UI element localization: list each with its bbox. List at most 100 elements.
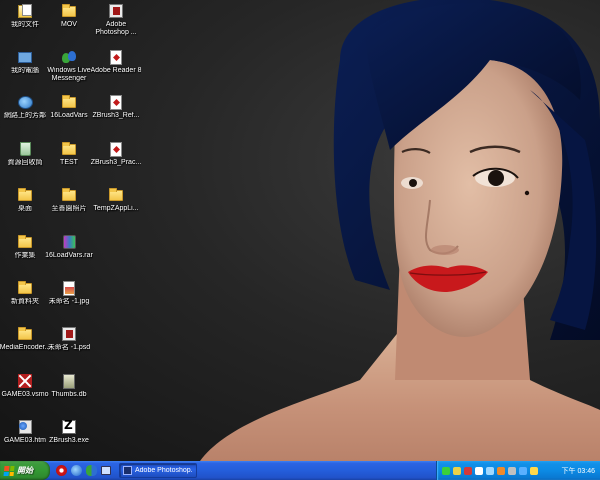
folder-icon bbox=[62, 187, 76, 201]
zbrush-icon bbox=[62, 420, 76, 434]
icon-label: 網路上的芳鄰 bbox=[4, 112, 46, 119]
desktop-icon-windows-live-messenger[interactable]: Windows Live Messenger bbox=[44, 48, 94, 94]
desktop-icon-photos[interactable]: 至善園照片 bbox=[44, 186, 94, 232]
desktop-icon-adobe-photoshop[interactable]: Adobe Photoshop ... bbox=[90, 2, 142, 48]
icon-label: 我的電腦 bbox=[11, 67, 39, 74]
media-file-icon bbox=[18, 374, 32, 388]
antivirus-tray-icon[interactable] bbox=[464, 466, 472, 475]
icon-label: Adobe Photoshop ... bbox=[95, 21, 137, 36]
photoshop-icon bbox=[123, 466, 132, 475]
icon-label: ZBrush3.exe bbox=[49, 437, 89, 444]
computer-icon bbox=[18, 51, 32, 63]
volume-tray-icon[interactable] bbox=[508, 466, 516, 475]
folder-icon bbox=[18, 187, 32, 201]
icon-label: 至善園照片 bbox=[51, 205, 87, 212]
desktop-icon-adobe-reader[interactable]: Adobe Reader 8 bbox=[90, 48, 142, 94]
network-icon bbox=[17, 95, 33, 109]
desktop-icon-game03-htm[interactable]: GAME03.htm bbox=[0, 418, 50, 461]
start-label: 開始 bbox=[17, 466, 33, 475]
desktop-icon-homework[interactable]: 作業集 bbox=[0, 233, 50, 279]
folder-icon bbox=[18, 280, 32, 294]
notification-tray-icon[interactable] bbox=[530, 466, 538, 475]
opera-icon[interactable] bbox=[56, 465, 67, 476]
desktop-icon-recycle-bin[interactable]: 資源回收筒 bbox=[0, 140, 50, 186]
icon-label: MOV bbox=[61, 21, 77, 28]
show-desktop-icon[interactable] bbox=[101, 466, 111, 475]
folder-icon bbox=[18, 326, 32, 340]
shield-tray-icon[interactable] bbox=[486, 466, 494, 475]
icon-label: 桌面 bbox=[18, 205, 32, 212]
internet-explorer-icon[interactable] bbox=[71, 465, 82, 476]
update-tray-icon[interactable] bbox=[497, 466, 505, 475]
desktop-icon-untitled-psd[interactable]: 未命名 -1.psd bbox=[44, 325, 94, 371]
windows-logo-icon bbox=[3, 465, 15, 476]
icon-label: TempZAppLi... bbox=[93, 205, 139, 212]
folder-icon bbox=[62, 3, 76, 17]
folder-icon bbox=[109, 187, 123, 201]
desktop-icon-mov[interactable]: MOV bbox=[44, 2, 94, 48]
icon-label: 未命名 -1.jpg bbox=[48, 298, 90, 305]
desktop-icon-network-places[interactable]: 網路上的芳鄰 bbox=[0, 93, 50, 139]
recycle-bin-icon bbox=[19, 142, 31, 156]
desktop-icon-16loadvars-rar[interactable]: 16LoadVars.rar bbox=[44, 233, 94, 279]
icon-label: 未命名 -1.psd bbox=[47, 344, 91, 351]
desktop-icon-zbrush3-ref[interactable]: ZBrush3_Ref... bbox=[90, 93, 142, 139]
network-tray-icon[interactable] bbox=[475, 466, 483, 475]
desktop-icon-untitled-jpg[interactable]: 未命名 -1.jpg bbox=[44, 279, 94, 325]
desktop-icon-zbrush3-prac[interactable]: ZBrush3_Prac... bbox=[90, 140, 142, 186]
messenger-tray-icon[interactable] bbox=[442, 466, 450, 475]
pdf-icon bbox=[110, 49, 122, 65]
system-tray: 下午 03:46 bbox=[436, 461, 600, 480]
desktop-icon-16loadvars[interactable]: 16LoadVars bbox=[44, 93, 94, 139]
icon-label: GAME03.vsmo bbox=[1, 391, 49, 398]
desktop-icon-zbrush3-exe[interactable]: ZBrush3.exe bbox=[44, 418, 94, 461]
icon-label: Windows Live Messenger bbox=[47, 67, 91, 82]
desktop-icon-game03-vsmo[interactable]: GAME03.vsmo bbox=[0, 372, 50, 418]
icon-label: 16LoadVars bbox=[50, 112, 88, 119]
icon-label: GAME03.htm bbox=[3, 437, 46, 444]
icon-label: 16LoadVars.rar bbox=[45, 252, 93, 259]
desktop-icon-my-computer[interactable]: 我的電腦 bbox=[0, 48, 50, 94]
desktop-icon-thumbs-db[interactable]: Thumbs.db bbox=[44, 372, 94, 418]
taskbar: 開始 Adobe Photoshop... 下午 03:46 bbox=[0, 461, 600, 480]
desktop-icon-media-encoder[interactable]: MediaEncoder... bbox=[0, 325, 50, 371]
task-button-photoshop[interactable]: Adobe Photoshop... bbox=[119, 463, 197, 478]
icon-label: Adobe Reader 8 bbox=[90, 67, 142, 74]
icon-label: Thumbs.db bbox=[51, 391, 87, 398]
security-tray-icon[interactable] bbox=[453, 466, 461, 475]
desktop-icon-tempzappli[interactable]: TempZAppLi... bbox=[90, 186, 142, 232]
pdf-icon bbox=[110, 94, 122, 110]
icon-label: ZBrush3_Prac... bbox=[90, 159, 142, 166]
desktop-icon-test[interactable]: TEST bbox=[44, 140, 94, 186]
image-icon bbox=[63, 280, 75, 296]
folder-icon bbox=[62, 141, 76, 155]
pdf-icon bbox=[110, 141, 122, 157]
my-documents-icon bbox=[18, 4, 32, 18]
folder-icon bbox=[18, 234, 32, 248]
language-tray-icon[interactable] bbox=[519, 466, 527, 475]
folder-icon bbox=[62, 94, 76, 108]
task-button-label: Adobe Photoshop... bbox=[135, 467, 193, 474]
messenger-icon bbox=[62, 50, 76, 64]
html-file-icon bbox=[18, 420, 32, 434]
icon-label: 資源回收筒 bbox=[7, 159, 43, 166]
photoshop-icon bbox=[109, 4, 123, 18]
messenger-icon[interactable] bbox=[86, 465, 97, 476]
quick-launch bbox=[50, 465, 117, 476]
clock[interactable]: 下午 03:46 bbox=[562, 466, 595, 476]
icon-label: 新資料夾 bbox=[11, 298, 39, 305]
desktop-icon-desktop-folder[interactable]: 桌面 bbox=[0, 186, 50, 232]
start-button[interactable]: 開始 bbox=[0, 461, 50, 480]
psd-icon bbox=[62, 327, 76, 341]
icon-label: 作業集 bbox=[14, 252, 36, 259]
icon-label: MediaEncoder... bbox=[0, 344, 51, 351]
desktop-icon-my-documents[interactable]: 我的文件 bbox=[0, 2, 50, 48]
icon-label: 我的文件 bbox=[11, 21, 39, 28]
desktop-icon-new-folder[interactable]: 新資料夾 bbox=[0, 279, 50, 325]
archive-icon bbox=[62, 235, 76, 249]
thumbs-db-icon bbox=[63, 373, 75, 389]
icon-label: TEST bbox=[60, 159, 78, 166]
desktop: 我的文件 MOV Adobe Photoshop ... 我的電腦 Window… bbox=[0, 0, 600, 461]
wallpaper-portrait bbox=[200, 0, 600, 461]
icon-label: ZBrush3_Ref... bbox=[92, 112, 140, 119]
